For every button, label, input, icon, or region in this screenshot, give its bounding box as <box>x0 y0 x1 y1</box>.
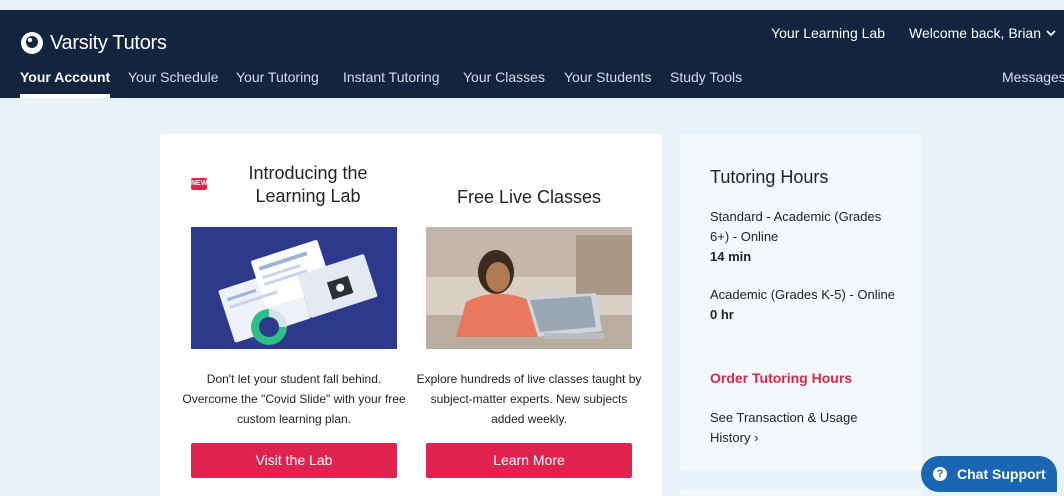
secondary-side-card <box>680 489 922 496</box>
transaction-history-link[interactable]: See Transaction & Usage History › <box>710 408 900 448</box>
new-badge: NEW <box>191 178 207 190</box>
hours-entry-amount: 0 hr <box>710 307 734 322</box>
chat-support-button[interactable]: ? Chat Support <box>921 456 1057 492</box>
main-nav: Your Account Your Schedule Your Tutoring… <box>0 66 1064 98</box>
live-classes-title: Free Live Classes <box>456 187 602 207</box>
account-menu[interactable]: Welcome back, Brian <box>909 25 1056 41</box>
transaction-history-label: See Transaction & Usage History <box>710 410 858 445</box>
tutoring-hours-card: Tutoring Hours Standard - Academic (Grad… <box>680 134 922 471</box>
hours-entry: Standard - Academic (Grades 6+) - Online… <box>710 207 900 267</box>
chevron-down-icon <box>1046 30 1056 37</box>
nav-your-schedule[interactable]: Your Schedule <box>128 66 219 98</box>
live-classes-description: Explore hundreds of live classes taught … <box>416 372 642 426</box>
nav-your-tutoring[interactable]: Your Tutoring <box>236 66 319 98</box>
hours-entry: Academic (Grades K-5) - Online 0 hr <box>710 285 900 325</box>
nav-study-tools[interactable]: Study Tools <box>670 66 742 98</box>
order-tutoring-hours-link[interactable]: Order Tutoring Hours <box>710 370 852 386</box>
promo-card: NEW Introducing the Learning Lab Don't l… <box>160 134 662 496</box>
nav-your-account[interactable]: Your Account <box>20 66 111 98</box>
nav-your-classes[interactable]: Your Classes <box>463 66 545 98</box>
visit-the-lab-button[interactable]: Visit the Lab <box>191 443 397 478</box>
welcome-text: Welcome back, Brian <box>908 25 1041 41</box>
hours-entry-amount: 14 min <box>710 249 752 264</box>
tutoring-hours-title: Tutoring Hours <box>710 167 829 187</box>
learning-lab-title: Introducing the Learning Lab <box>248 163 368 206</box>
help-icon: ? <box>933 467 947 481</box>
varsity-tutors-logo-icon <box>21 32 43 54</box>
learn-more-button[interactable]: Learn More <box>426 443 632 478</box>
chevron-right-icon: › <box>754 430 759 445</box>
top-navigation-bar: Varsity Tutors Your Learning Lab Welcome… <box>0 10 1064 98</box>
header-account-links: Your Learning Lab Welcome back, Brian <box>771 25 1056 41</box>
chat-support-label: Chat Support <box>957 466 1046 482</box>
nav-instant-tutoring[interactable]: Instant Tutoring <box>343 66 440 98</box>
live-classes-image <box>426 227 632 349</box>
brand-logo[interactable]: Varsity Tutors <box>20 30 167 56</box>
hours-entry-label: Academic (Grades K-5) - Online <box>710 287 895 302</box>
learning-lab-image <box>191 227 397 349</box>
nav-messages[interactable]: Messages <box>1002 66 1064 98</box>
your-learning-lab-link[interactable]: Your Learning Lab <box>771 25 885 41</box>
brand-name: Varsity Tutors <box>50 31 167 54</box>
nav-your-students[interactable]: Your Students <box>564 66 651 98</box>
learning-lab-description: Don't let your student fall behind. Over… <box>182 372 406 426</box>
hours-entry-label: Standard - Academic (Grades 6+) - Online <box>710 209 882 244</box>
